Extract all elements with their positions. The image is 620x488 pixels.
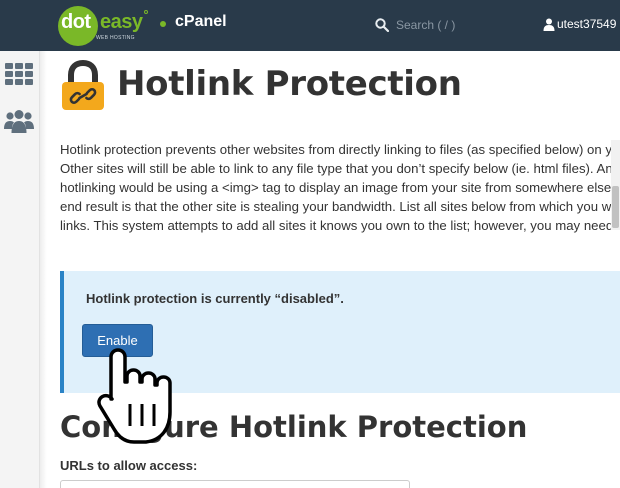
description-line: end result is that the other site is ste… bbox=[60, 199, 620, 214]
logo-easy-text: easy bbox=[100, 11, 143, 33]
left-sidebar bbox=[0, 51, 40, 488]
page-description: Hotlink protection prevents other websit… bbox=[60, 140, 620, 235]
username-menu[interactable]: utest37549 bbox=[557, 17, 616, 31]
top-navbar: dot easy WEB HOSTING cPanel utest37549 bbox=[0, 0, 620, 51]
enable-button[interactable]: Enable bbox=[82, 324, 153, 357]
brand-separator-dot bbox=[160, 21, 166, 27]
description-line: hotlinking would be using a <img> tag to… bbox=[60, 180, 620, 195]
apps-grid-icon[interactable] bbox=[5, 63, 33, 85]
urls-allow-input[interactable] bbox=[60, 480, 410, 488]
logo-dot-text: dot bbox=[61, 11, 91, 33]
search-icon[interactable] bbox=[375, 18, 389, 32]
sidebar-shadow bbox=[40, 51, 47, 488]
description-line: links. This system attempts to add all s… bbox=[60, 218, 620, 233]
page-title: Hotlink Protection bbox=[117, 64, 462, 104]
description-scrollbar-thumb[interactable] bbox=[612, 186, 619, 228]
urls-allow-label: URLs to allow access: bbox=[60, 458, 198, 473]
registered-mark bbox=[144, 10, 148, 14]
search-input[interactable] bbox=[396, 14, 516, 36]
users-icon[interactable] bbox=[4, 109, 34, 135]
description-line: Other sites will still be able to link t… bbox=[60, 161, 620, 176]
status-callout: Hotlink protection is currently “disable… bbox=[60, 271, 620, 393]
doteasy-logo[interactable]: dot easy WEB HOSTING bbox=[58, 6, 148, 46]
status-message: Hotlink protection is currently “disable… bbox=[86, 291, 344, 306]
description-line: Hotlink protection prevents other websit… bbox=[60, 142, 620, 157]
cpanel-brand[interactable]: cPanel bbox=[175, 13, 227, 31]
lock-icon bbox=[62, 60, 104, 110]
configure-section-title: Configure Hotlink Protection bbox=[60, 410, 528, 444]
logo-tagline: WEB HOSTING bbox=[96, 35, 135, 41]
user-icon[interactable] bbox=[543, 18, 555, 31]
